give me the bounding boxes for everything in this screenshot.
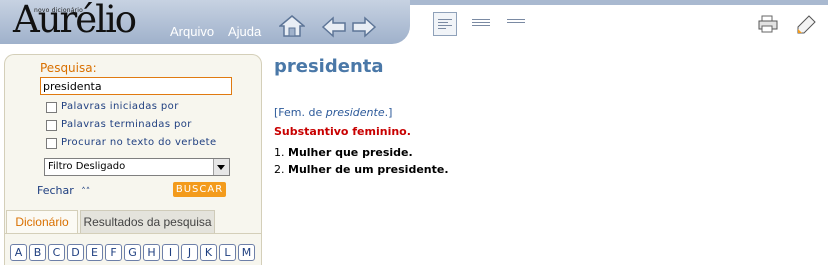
tab-divider [5, 233, 261, 234]
letter-button[interactable]: I [162, 244, 179, 261]
full-text-checkbox[interactable] [46, 138, 57, 149]
chevron-down-icon[interactable] [213, 159, 229, 175]
top-toolbar: novo dicionário Aurélio Arquivo Ajuda [0, 0, 828, 44]
view-minimal-button[interactable] [505, 12, 529, 36]
search-panel: Pesquisa: Palavras iniciadas por Palavra… [4, 54, 262, 265]
home-icon[interactable] [279, 14, 305, 38]
app-logo: Aurélio [13, 0, 137, 41]
search-button[interactable]: BUSCAR [173, 182, 226, 197]
search-label: Pesquisa: [40, 61, 97, 75]
definition-1: 1. Mulher que preside. [274, 146, 413, 159]
search-input[interactable] [40, 77, 232, 95]
back-arrow-icon[interactable] [322, 16, 346, 38]
ends-with-label[interactable]: Palavras terminadas por [61, 119, 192, 130]
menu-ajuda[interactable]: Ajuda [228, 24, 261, 39]
etymology-link[interactable]: presidente [326, 106, 385, 119]
filter-value: Filtro Desligado [48, 161, 126, 172]
header-band: novo dicionário Aurélio Arquivo Ajuda [0, 0, 410, 44]
entry-etymology: [Fem. de presidente.] [274, 106, 393, 119]
definition-2: 2. Mulher de um presidente. [274, 163, 449, 176]
starts-with-checkbox[interactable] [46, 102, 57, 113]
view-compact-button[interactable] [470, 12, 494, 36]
highlighter-icon[interactable] [795, 14, 817, 36]
tab-resultados[interactable]: Resultados da pesquisa [80, 210, 215, 234]
letter-button[interactable]: L [219, 244, 236, 261]
view-full-button[interactable] [433, 12, 457, 36]
close-search-link[interactable]: Fechar ˄˄ [37, 184, 90, 197]
letter-button[interactable]: C [48, 244, 65, 261]
letter-button[interactable]: M [238, 244, 255, 261]
print-icon[interactable] [757, 14, 779, 34]
ends-with-checkbox[interactable] [46, 120, 57, 131]
letter-button[interactable]: J [181, 244, 198, 261]
letter-button[interactable]: E [86, 244, 103, 261]
menu-arquivo[interactable]: Arquivo [170, 24, 214, 39]
tab-dicionario[interactable]: Dicionário [6, 210, 78, 234]
entry-grammar: Substantivo feminino. [274, 125, 411, 138]
letter-button[interactable]: A [10, 244, 27, 261]
letter-button[interactable]: F [105, 244, 122, 261]
forward-arrow-icon[interactable] [352, 16, 376, 38]
full-text-label[interactable]: Procurar no texto do verbete [61, 137, 217, 148]
entry-headword: presidenta [274, 56, 384, 77]
letter-button[interactable]: B [29, 244, 46, 261]
letter-button[interactable]: H [143, 244, 160, 261]
starts-with-label[interactable]: Palavras iniciadas por [61, 101, 179, 112]
letter-button[interactable]: G [124, 244, 141, 261]
toolbar-divider [410, 0, 828, 5]
chevron-up-icon: ˄˄ [81, 187, 91, 197]
filter-select[interactable]: Filtro Desligado [44, 158, 230, 176]
letter-button[interactable]: D [67, 244, 84, 261]
letter-button[interactable]: K [200, 244, 217, 261]
